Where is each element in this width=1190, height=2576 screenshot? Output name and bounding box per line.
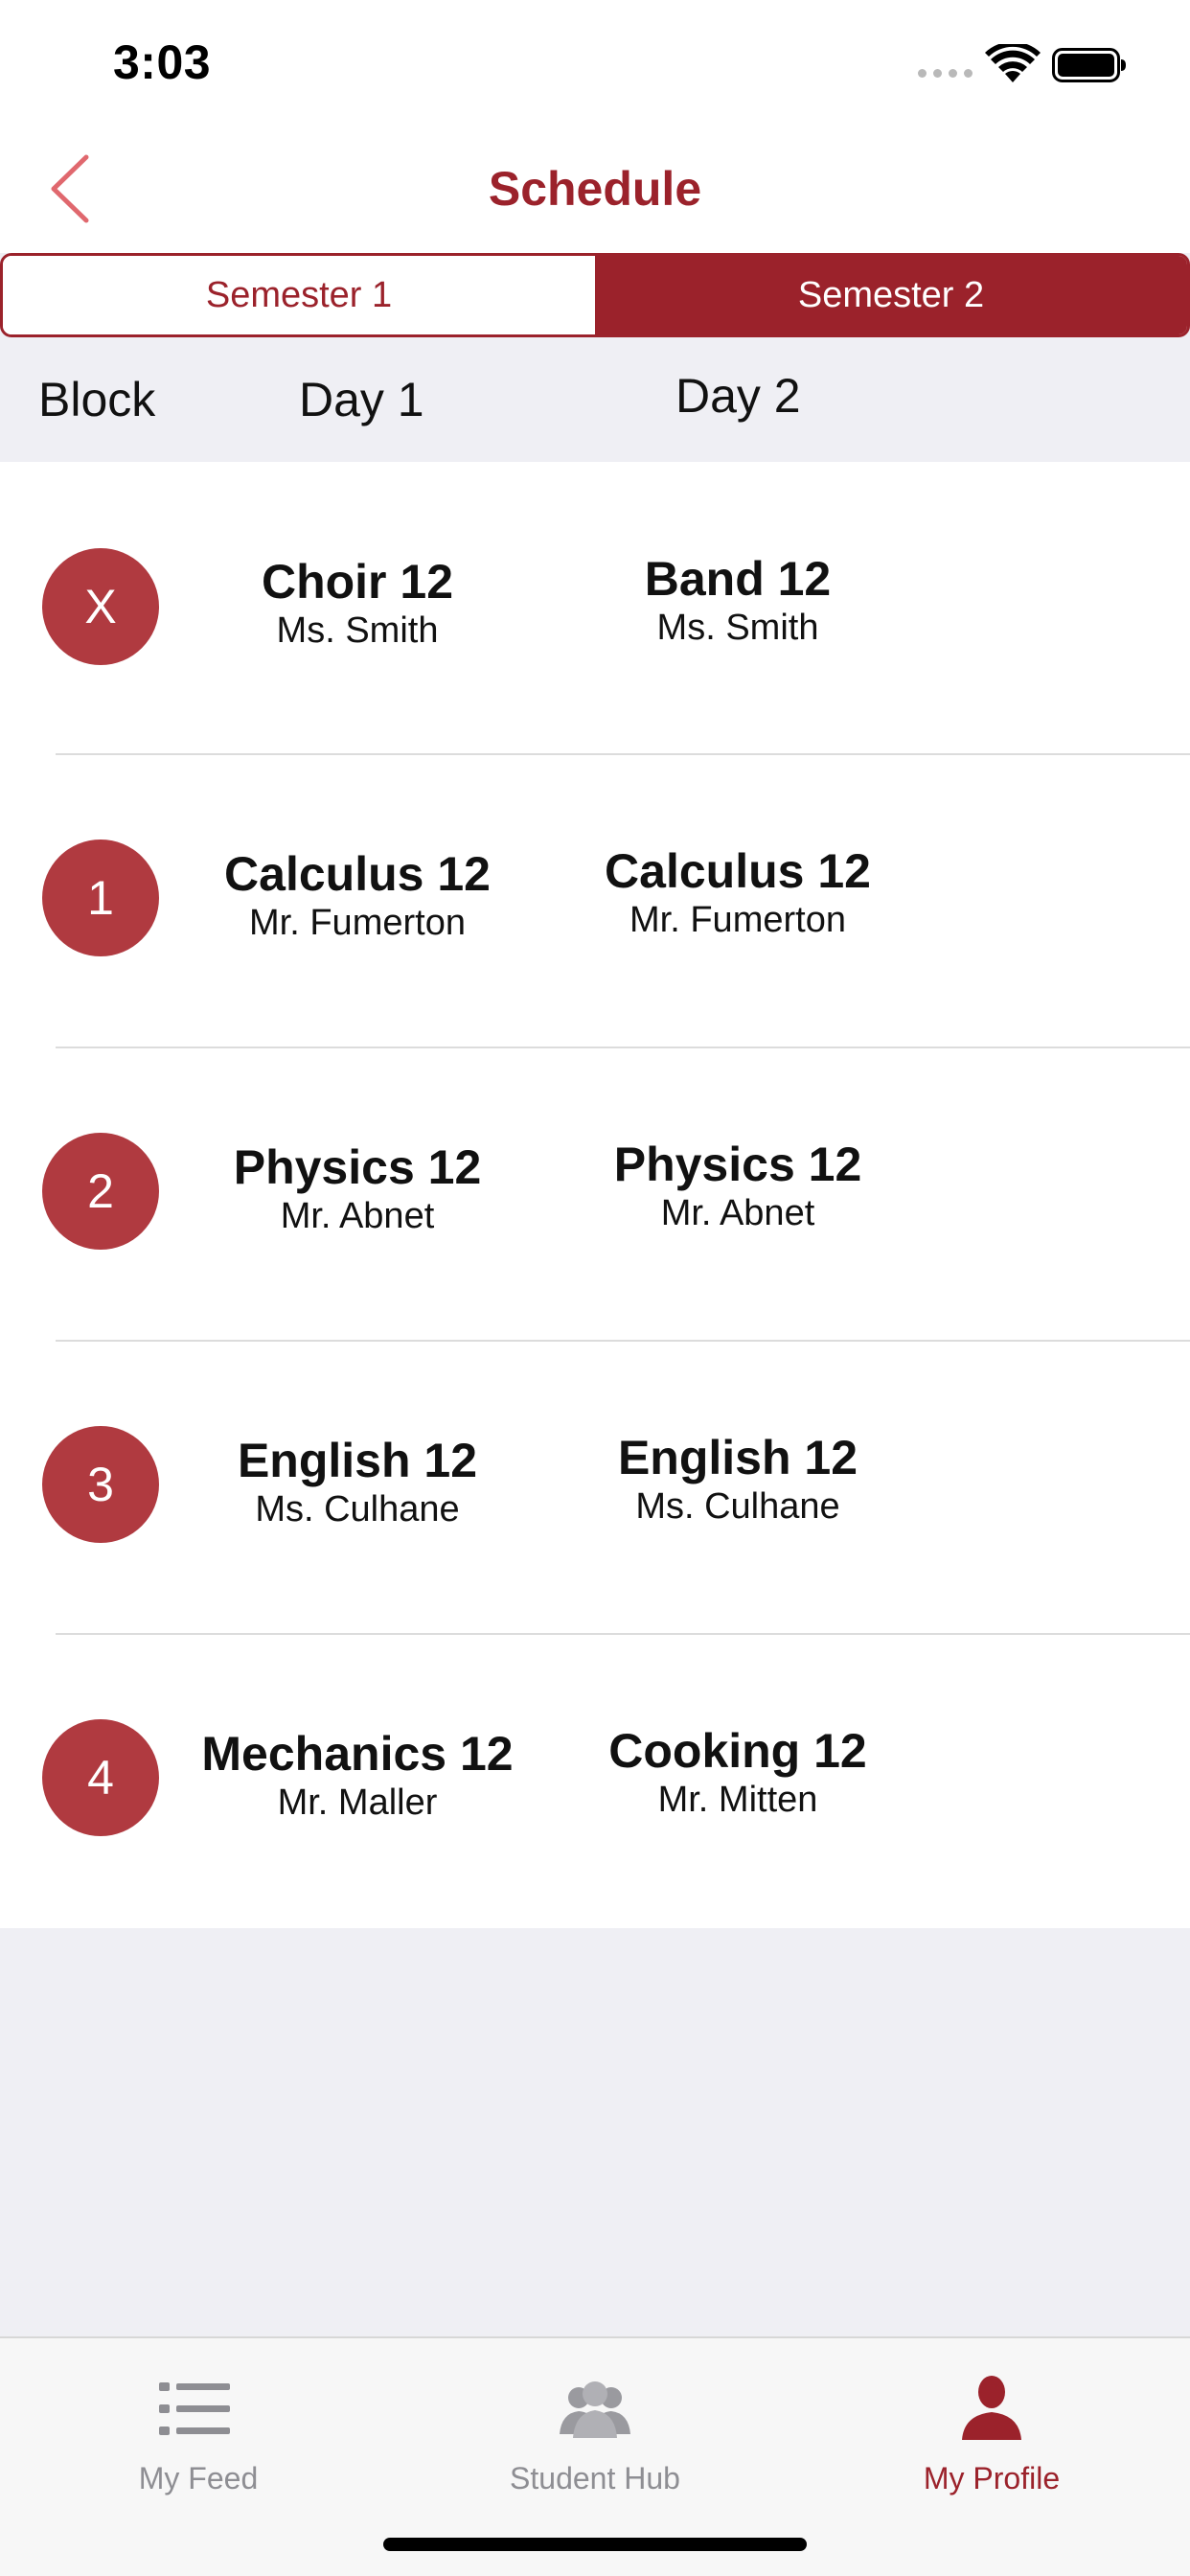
cellular-signal-icon	[918, 69, 973, 78]
day-1-class: Calculus 12 Mr. Fumerton	[156, 846, 559, 944]
tab-my-feed[interactable]: My Feed	[0, 2358, 397, 2511]
day-2-class: Calculus 12 Mr. Fumerton	[537, 843, 939, 941]
teacher-name: Mr. Fumerton	[249, 903, 466, 943]
tab-label: My Profile	[923, 2461, 1061, 2496]
navigation-bar: Schedule	[0, 125, 1190, 253]
teacher-name: Mr. Mitten	[657, 1780, 818, 1820]
status-time: 3:03	[113, 35, 212, 89]
course-name: Cooking 12	[608, 1724, 867, 1778]
teacher-name: Mr. Abnet	[660, 1193, 815, 1233]
day-2-class: Physics 12 Mr. Abnet	[537, 1137, 939, 1234]
status-bar: 3:03	[0, 0, 1190, 125]
tab-my-profile[interactable]: My Profile	[793, 2358, 1190, 2511]
block-badge: 4	[42, 1719, 159, 1836]
column-header-day-1: Day 1	[299, 373, 424, 426]
teacher-name: Ms. Smith	[276, 610, 439, 651]
course-name: Physics 12	[233, 1140, 482, 1194]
people-icon	[560, 2381, 630, 2438]
day-1-class: Physics 12 Mr. Abnet	[156, 1139, 559, 1237]
teacher-name: Mr. Maller	[277, 1782, 438, 1823]
semester-segmented-control: Semester 1 Semester 2	[0, 253, 1190, 337]
schedule-row[interactable]: X Choir 12 Ms. Smith Band 12 Ms. Smith	[0, 462, 1190, 755]
course-name: English 12	[617, 1431, 858, 1484]
block-badge: 3	[42, 1426, 159, 1543]
battery-icon	[1052, 48, 1126, 82]
schedule-row[interactable]: 1 Calculus 12 Mr. Fumerton Calculus 12 M…	[0, 755, 1190, 1048]
course-name: Mechanics 12	[201, 1727, 514, 1781]
column-header-block: Block	[38, 373, 156, 426]
home-indicator[interactable]	[383, 2538, 807, 2551]
schedule-screen: 3:03 Schedule Semester 1 Semester 2 Bloc…	[0, 0, 1190, 2576]
schedule-row[interactable]: 3 English 12 Ms. Culhane English 12 Ms. …	[0, 1342, 1190, 1635]
course-name: Physics 12	[613, 1138, 862, 1191]
schedule-row[interactable]: 4 Mechanics 12 Mr. Maller Cooking 12 Mr.…	[0, 1635, 1190, 1928]
tab-label: My Feed	[138, 2461, 259, 2496]
tab-student-hub[interactable]: Student Hub	[397, 2358, 793, 2511]
teacher-name: Ms. Culhane	[635, 1486, 840, 1527]
page-title: Schedule	[488, 162, 702, 216]
block-badge: 2	[42, 1133, 159, 1250]
person-icon	[962, 2376, 1021, 2440]
schedule-list: X Choir 12 Ms. Smith Band 12 Ms. Smith 1…	[0, 462, 1190, 1928]
segment-semester-1[interactable]: Semester 1	[3, 256, 595, 334]
day-1-class: Choir 12 Ms. Smith	[156, 554, 559, 652]
teacher-name: Ms. Smith	[656, 608, 819, 648]
segment-semester-2[interactable]: Semester 2	[595, 256, 1187, 334]
schedule-row[interactable]: 2 Physics 12 Mr. Abnet Physics 12 Mr. Ab…	[0, 1048, 1190, 1342]
wifi-icon	[985, 44, 1041, 82]
course-name: Calculus 12	[224, 847, 491, 901]
teacher-name: Mr. Fumerton	[629, 900, 846, 940]
tab-label: Student Hub	[510, 2461, 680, 2496]
teacher-name: Mr. Abnet	[280, 1196, 435, 1236]
day-2-class: Cooking 12 Mr. Mitten	[537, 1723, 939, 1821]
day-1-class: English 12 Ms. Culhane	[156, 1433, 559, 1530]
course-name: English 12	[237, 1434, 478, 1487]
block-badge: X	[42, 548, 159, 665]
day-1-class: Mechanics 12 Mr. Maller	[156, 1726, 559, 1824]
block-badge: 1	[42, 840, 159, 956]
day-2-class: English 12 Ms. Culhane	[537, 1430, 939, 1528]
schedule-column-header: Block Day 1 Day 2	[0, 337, 1190, 462]
course-name: Band 12	[644, 552, 832, 606]
teacher-name: Ms. Culhane	[255, 1489, 460, 1530]
day-2-class: Band 12 Ms. Smith	[537, 551, 939, 649]
course-name: Choir 12	[261, 555, 454, 609]
course-name: Calculus 12	[605, 844, 871, 898]
list-icon	[159, 2382, 230, 2435]
column-header-day-2: Day 2	[675, 369, 801, 423]
